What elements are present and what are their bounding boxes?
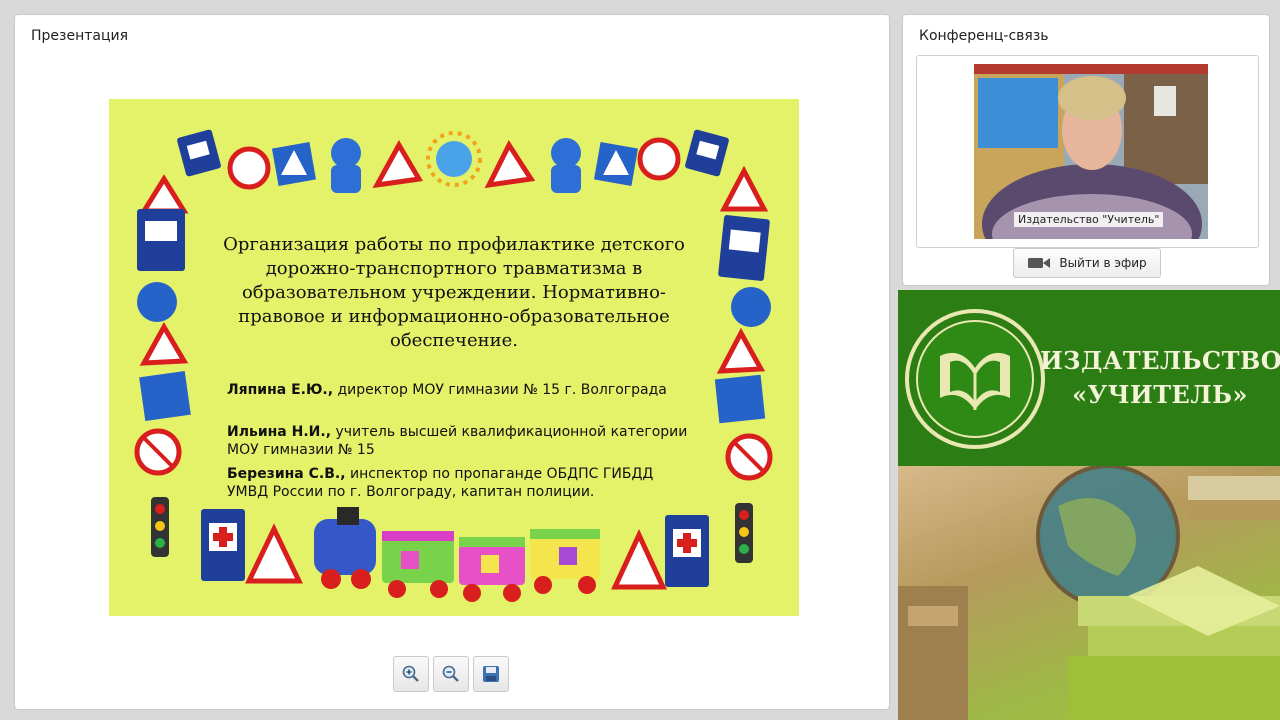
zoom-in-icon — [402, 665, 419, 682]
publisher-name-line2: «УЧИТЕЛЬ» — [1072, 380, 1248, 409]
globe-and-books-image — [898, 464, 1280, 720]
publisher-name-line1: ИЗДАТЕЛЬСТВО — [1040, 346, 1280, 375]
save-button[interactable] — [473, 656, 509, 692]
slide-heading: Организация работы по профилактике детск… — [223, 234, 685, 351]
author-name: Березина С.В., — [227, 466, 346, 482]
webcam-video: Издательство "Учитель" — [974, 64, 1208, 239]
road-signs-top — [139, 129, 769, 214]
publisher-background-image — [898, 464, 1280, 720]
go-live-button[interactable]: Выйти в эфир — [1013, 248, 1161, 278]
zoom-out-button[interactable] — [433, 656, 469, 692]
video-container: Издательство "Учитель" — [916, 55, 1259, 248]
go-live-label: Выйти в эфир — [1059, 256, 1147, 270]
slide-toolbar — [393, 656, 513, 692]
zoom-in-button[interactable] — [393, 656, 429, 692]
author-role: директор МОУ гимназии № 15 г. Волгограда — [337, 382, 667, 398]
presentation-panel-title: Презентация — [31, 28, 129, 44]
slide-author-3: Березина С.В., инспектор по пропаганде О… — [227, 465, 697, 501]
video-caption: Издательство "Учитель" — [1014, 212, 1164, 227]
zoom-out-icon — [442, 665, 459, 682]
conference-panel-title: Конференц-связь — [919, 28, 1049, 44]
toy-train — [314, 507, 600, 602]
author-name: Ляпина Е.Ю., — [227, 382, 334, 398]
slide-author-1: Ляпина Е.Ю., директор МОУ гимназии № 15 … — [227, 381, 697, 399]
publisher-logo-icon — [905, 309, 1045, 449]
presentation-panel: Презентация Организация работы по профил… — [14, 14, 890, 710]
camera-icon — [1028, 258, 1051, 268]
presentation-slide: Организация работы по профилактике детск… — [109, 99, 799, 616]
author-name: Ильина Н.И., — [227, 424, 332, 440]
conference-panel: Конференц-связь Издательство "Учитель" В… — [902, 14, 1270, 286]
publisher-banner: ИЗДАТЕЛЬСТВО «УЧИТЕЛЬ» — [898, 290, 1280, 720]
floppy-disk-icon — [483, 666, 499, 682]
road-signs-border — [134, 129, 773, 602]
slide-author-2: Ильина Н.И., учитель высшей квалификацио… — [227, 423, 697, 459]
publisher-header: ИЗДАТЕЛЬСТВО «УЧИТЕЛЬ» — [898, 290, 1280, 466]
